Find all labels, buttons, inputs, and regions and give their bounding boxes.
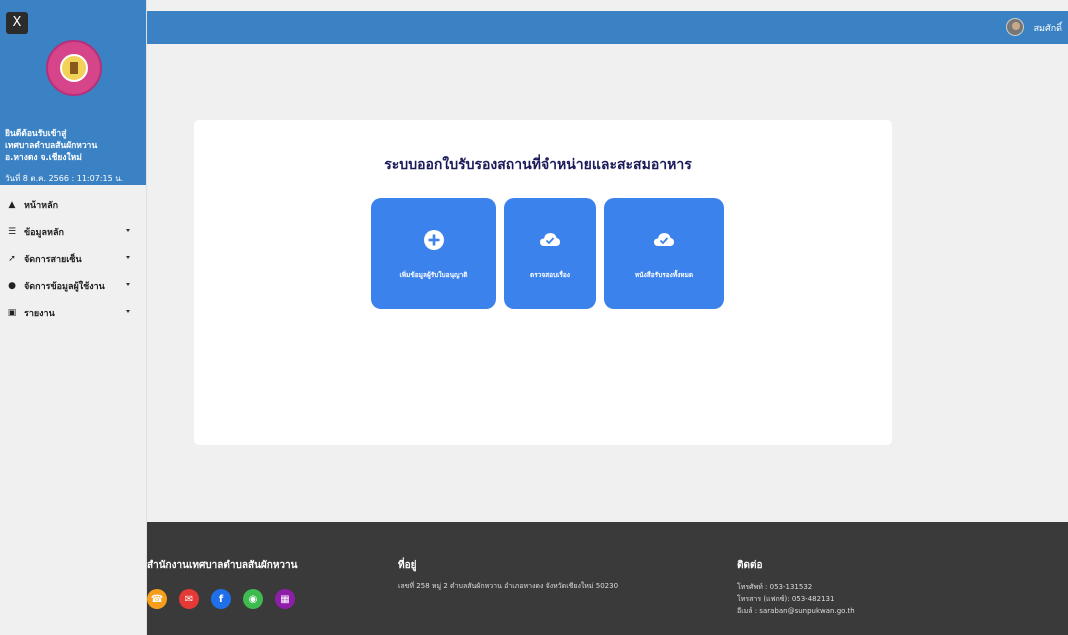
footer-org-title: สำนักงานเทศบาลตำบลสันผักหวาน (147, 560, 298, 571)
sidebar-item-users[interactable]: ● จัดการข้อมูลผู้ใช้งาน (0, 272, 146, 299)
dashboard-card: ระบบออกใบรับรองสถานที่จำหน่ายและสะสมอาหา… (194, 120, 892, 445)
footer-phone: โทรศัพท์ : 053-131532 (737, 583, 813, 591)
caret-down-icon (126, 229, 130, 232)
main-content: ระบบออกใบรับรองสถานที่จำหน่ายและสะสมอาหา… (147, 44, 1068, 522)
mail-icon[interactable]: ✉ (179, 589, 199, 609)
home-icon: ▲ (8, 199, 16, 210)
users-icon: ● (8, 280, 16, 291)
caret-down-icon (126, 283, 130, 286)
footer-contact-block: โทรศัพท์ : 053-131532 โทรสาร (แฟกซ์): 05… (737, 581, 855, 617)
sidebar-item-master-data[interactable]: ☰ ข้อมูลหลัก (0, 218, 146, 245)
sidebar-item-label: หน้าหลัก (24, 200, 59, 211)
tile-label: ตรวจสอบเรื่อง (530, 271, 570, 279)
caret-down-icon (126, 256, 130, 259)
municipality-logo (46, 40, 102, 96)
sidebar-item-home[interactable]: ▲ หน้าหลัก (0, 191, 146, 218)
sidebar-item-label: ข้อมูลหลัก (24, 227, 64, 238)
tile-label: เพิ่มข้อมูลผู้รับใบอนุญาติ (399, 271, 468, 279)
user-menu-name[interactable]: สมศักดิ์ (1034, 21, 1062, 35)
page-title: ระบบออกใบรับรองสถานที่จำหน่ายและสะสมอาหา… (384, 157, 692, 173)
phone-icon[interactable]: ☎ (147, 589, 167, 609)
sidebar-item-label: จัดการสายเซ็น (24, 254, 82, 265)
calendar-icon[interactable]: ▦ (275, 589, 295, 609)
footer: สำนักงานเทศบาลตำบลสันผักหวาน ☎ ✉ f ◉ ▦ ท… (147, 522, 1068, 635)
all-certificates-tile[interactable]: หนังสือรับรองทั้งหมด (604, 198, 724, 309)
sidebar-header: X ยินดีต้อนรับเข้าสู่ เทศบาลตำบลสันผักหว… (0, 0, 146, 185)
current-datetime: วันที่ 8 ต.ค. 2566 : 11:07:15 น. (5, 174, 124, 183)
tile-label: หนังสือรับรองทั้งหมด (634, 271, 694, 279)
database-icon: ☰ (7, 226, 17, 237)
cloud-check-icon (654, 233, 674, 246)
caret-down-icon (126, 310, 130, 313)
top-bar: สมศักดิ์ (147, 11, 1068, 44)
avatar[interactable] (1006, 18, 1024, 36)
sidebar-item-signatures[interactable]: ➚ จัดการสายเซ็น (0, 245, 146, 272)
footer-email[interactable]: อีเมล์ : saraban@sunpukwan.go.th (737, 605, 855, 617)
cloud-check-icon (540, 233, 560, 246)
plus-circle-icon (423, 230, 444, 250)
sidebar-item-label: รายงาน (24, 308, 55, 319)
line-icon[interactable]: ◉ (243, 589, 263, 609)
sidebar-item-reports[interactable]: ▣ รายงาน (0, 299, 146, 326)
sidebar: X ยินดีต้อนรับเข้าสู่ เทศบาลตำบลสันผักหว… (0, 0, 147, 635)
sidebar-menu: ▲ หน้าหลัก ☰ ข้อมูลหลัก ➚ จัดการสายเซ็น … (0, 185, 146, 326)
signature-icon: ➚ (8, 253, 16, 264)
sidebar-item-label: จัดการข้อมูลผู้ใช้งาน (24, 281, 105, 292)
report-icon: ▣ (7, 307, 17, 318)
facebook-icon[interactable]: f (211, 589, 231, 609)
footer-address-title: ที่อยู่ (398, 560, 417, 571)
close-sidebar-button[interactable]: X (6, 12, 28, 34)
social-links: ☎ ✉ f ◉ ▦ (147, 589, 307, 609)
welcome-line: อ.หางดง จ.เชียงใหม่ (5, 153, 82, 163)
footer-fax: โทรสาร (แฟกซ์): 053-482131 (737, 595, 835, 603)
welcome-line: ยินดีต้อนรับเข้าสู่ (5, 129, 67, 139)
welcome-line: เทศบาลตำบลสันผักหวาน (5, 141, 98, 151)
check-matters-tile[interactable]: ตรวจสอบเรื่อง (504, 198, 596, 309)
footer-address: เลขที่ 258 หมู่ 2 ตำบลสันผักหวาน อำเภอหา… (398, 582, 619, 590)
footer-contact-title: ติดต่อ (737, 560, 763, 571)
add-licensee-tile[interactable]: เพิ่มข้อมูลผู้รับใบอนุญาติ (371, 198, 496, 309)
welcome-text: ยินดีต้อนรับเข้าสู่ เทศบาลตำบลสันผักหวาน… (5, 128, 145, 164)
